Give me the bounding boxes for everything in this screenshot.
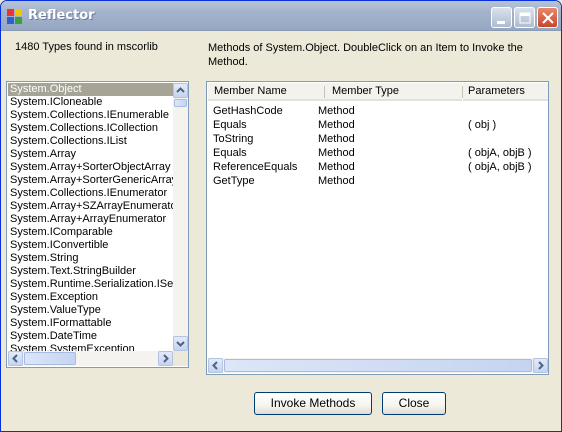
type-list-item[interactable]: System.SystemException [8,343,173,351]
minimize-button[interactable] [491,7,512,28]
type-list-item[interactable]: System.String [8,252,173,265]
window-title: Reflector [28,8,95,23]
scroll-down-button[interactable] [173,336,188,351]
maximize-icon [519,12,531,24]
member-row[interactable]: GetType Method [208,174,548,188]
type-list-item[interactable]: System.DateTime [8,330,173,343]
types-vertical-scrollbar[interactable] [173,83,188,351]
member-name-cell: Equals [213,147,247,159]
scrollbar-corner [173,351,188,366]
type-list-item[interactable]: System.IFormattable [8,317,173,330]
type-list-item[interactable]: System.Collections.IList [8,135,173,148]
type-list-item[interactable]: System.Collections.IEnumerator [8,187,173,200]
scroll-up-button[interactable] [173,83,188,98]
type-list-item[interactable]: System.Array+ArrayEnumerator [8,213,173,226]
minimize-icon [497,21,505,24]
members-horizontal-scrollbar[interactable] [208,358,548,373]
type-list-item[interactable]: System.ICloneable [8,96,173,109]
member-name-cell: ToString [213,133,254,145]
member-row[interactable]: ReferenceEquals Method ( objA, objB ) [208,160,548,174]
column-header-member-name[interactable]: Member Name [208,83,325,101]
chevron-up-icon [176,87,185,93]
chevron-left-icon [212,361,218,370]
type-list-item[interactable]: System.IConvertible [8,239,173,252]
horizontal-scroll-thumb[interactable] [24,352,76,365]
methods-label: Methods of System.Object. DoubleClick on… [208,42,523,68]
type-list-item[interactable]: System.Array+SZArrayEnumerator [8,200,173,213]
scroll-left-button[interactable] [208,358,223,373]
member-name-cell: GetType [213,175,255,187]
close-button[interactable]: Close [382,392,446,415]
type-list-item[interactable]: System.Collections.IEnumerable [8,109,173,122]
maximize-button[interactable] [514,7,535,28]
type-list-item[interactable]: System.Array+SorterGenericArray [8,174,173,187]
member-row[interactable]: ToString Method [208,132,548,146]
invoke-methods-button[interactable]: Invoke Methods [254,392,372,415]
member-type-cell: Method [318,175,355,187]
close-window-button[interactable] [537,7,558,28]
member-type-cell: Method [318,105,355,117]
types-listbox[interactable]: System.Object System.ICloneable System.Col… [6,81,189,368]
member-params-cell: ( objA, objB ) [468,147,532,159]
members-listview[interactable]: Member Name Member Type Parameters GetHa… [206,81,549,375]
reflector-window: Reflector 1480 Types found in mscorlib M… [0,0,562,432]
type-list-item[interactable]: System.Collections.ICollection [8,122,173,135]
scroll-right-button[interactable] [533,358,548,373]
member-type-cell: Method [318,133,355,145]
type-list-item[interactable]: System.Array [8,148,173,161]
close-icon [542,12,554,24]
member-params-cell: ( obj ) [468,119,497,131]
type-list-item[interactable]: System.Text.StringBuilder [8,265,173,278]
chevron-right-icon [538,361,544,370]
member-type-cell: Method [318,147,355,159]
type-list-item[interactable]: System.Exception [8,291,173,304]
member-params-cell: ( objA, objB ) [468,161,532,173]
member-name-cell: GetHashCode [213,105,283,117]
member-row[interactable]: GetHashCode Method [208,104,548,118]
chevron-left-icon [12,354,18,363]
member-row[interactable]: Equals Method ( obj ) [208,118,548,132]
types-horizontal-scrollbar[interactable] [8,351,173,366]
member-row[interactable]: Equals Method ( objA, objB ) [208,146,548,160]
types-list-items: System.Object System.ICloneable System.Col… [8,83,173,351]
type-list-item[interactable]: System.IComparable [8,226,173,239]
vertical-scroll-thumb[interactable] [174,99,187,107]
type-list-item[interactable]: System.Array+SorterObjectArray [8,161,173,174]
app-icon [7,9,23,25]
scroll-left-button[interactable] [8,351,23,366]
horizontal-scroll-thumb[interactable] [224,359,532,372]
member-type-cell: Method [318,161,355,173]
member-type-cell: Method [318,119,355,131]
type-list-item[interactable]: System.Object [8,83,173,96]
title-bar[interactable]: Reflector [1,1,561,31]
member-name-cell: ReferenceEquals [213,161,298,173]
column-header-member-type[interactable]: Member Type [325,83,462,101]
chevron-right-icon [163,354,169,363]
type-list-item[interactable]: System.ValueType [8,304,173,317]
member-name-cell: Equals [213,119,247,131]
column-header-parameters[interactable]: Parameters [463,83,548,101]
scroll-right-button[interactable] [158,351,173,366]
type-list-item[interactable]: System.Runtime.Serialization.ISerializab… [8,278,173,291]
types-count-label: 1480 Types found in mscorlib [15,41,158,53]
chevron-down-icon [176,341,185,347]
